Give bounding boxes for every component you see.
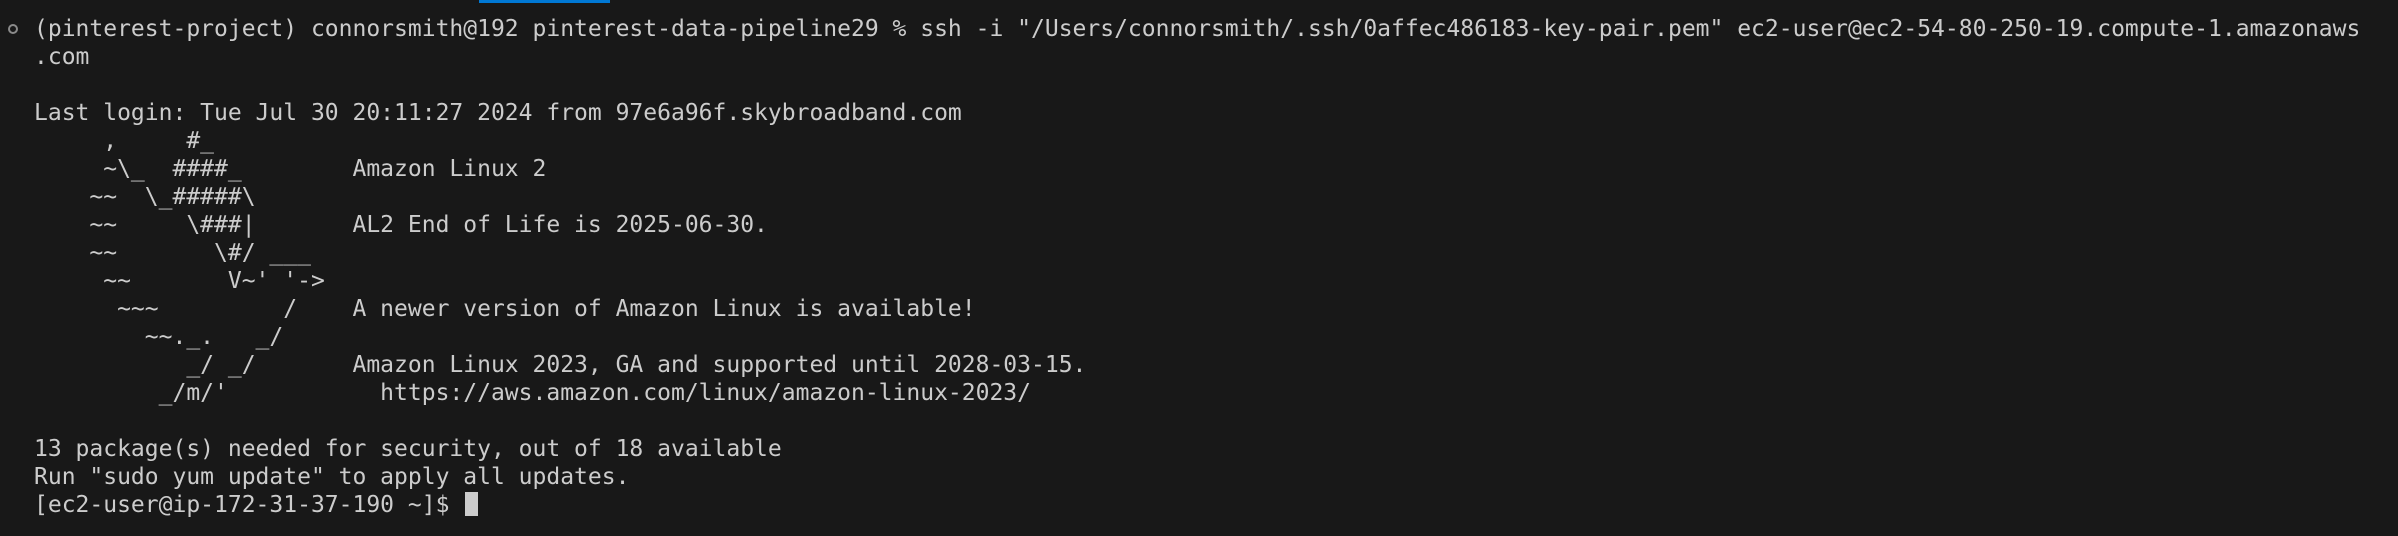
motd-line: ~~ \###| AL2 End of Life is 2025-06-30. [34, 212, 768, 238]
motd-line: ~~ \#/ ___ [34, 240, 311, 266]
motd-line: _/m/' https://aws.amazon.com/linux/amazo… [34, 380, 1031, 406]
active-tab-indicator [479, 0, 610, 3]
update-hint: Run "sudo yum update" to apply all updat… [34, 464, 630, 490]
motd-line: ~~ \_#####\ [34, 184, 256, 210]
command-status-icon[interactable] [8, 24, 18, 34]
motd-line: _/ _/ Amazon Linux 2023, GA and supporte… [34, 352, 1087, 378]
last-login-line: Last login: Tue Jul 30 20:11:27 2024 fro… [34, 100, 962, 126]
shell-prompt: [ec2-user@ip-172-31-37-190 ~]$ [34, 492, 464, 518]
ssh-command-line: (pinterest-project) connorsmith@192 pint… [34, 16, 2361, 42]
security-notice: 13 package(s) needed for security, out o… [34, 436, 782, 462]
motd-line: ~~~ / A newer version of Amazon Linux is… [34, 296, 976, 322]
text-cursor [465, 492, 479, 516]
motd-line: ~~._. _/ [34, 324, 284, 350]
ssh-command-line-wrap: .com [34, 44, 90, 70]
motd-line: ~\_ ####_ Amazon Linux 2 [34, 156, 547, 182]
motd-line: ~~ V~' '-> [34, 268, 325, 294]
motd-line: , #_ [34, 128, 215, 154]
terminal-panel[interactable]: (pinterest-project) connorsmith@192 pint… [0, 0, 2398, 536]
shell-prompt-line[interactable]: [ec2-user@ip-172-31-37-190 ~]$ [34, 491, 2398, 519]
